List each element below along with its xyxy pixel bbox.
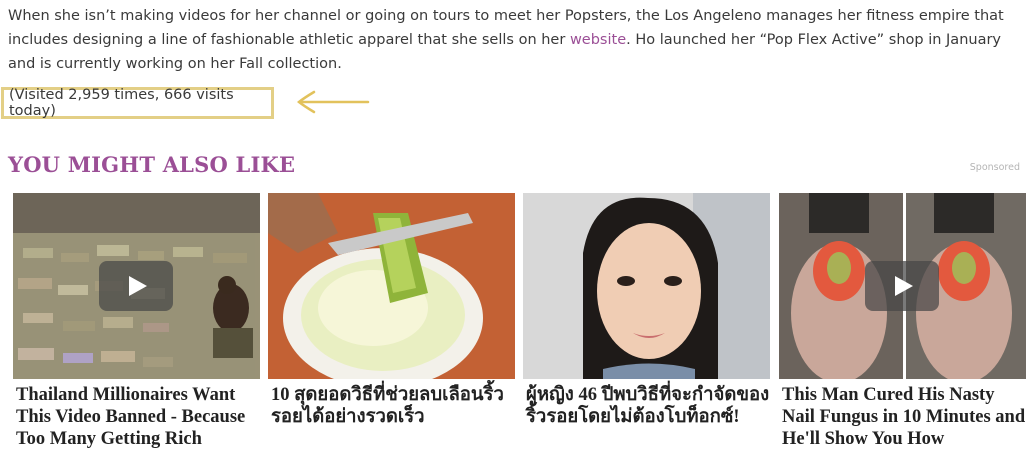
card-caption[interactable]: Thailand Millionaires Want This Video Ba… <box>13 384 260 450</box>
arrow-left-icon <box>296 90 370 114</box>
caption-line: Thailand Millionaires Want <box>16 385 236 405</box>
play-icon <box>895 276 913 296</box>
visit-counter: (Visited 2,959 times, 666 visits today) <box>1 87 274 119</box>
play-button[interactable] <box>865 261 939 311</box>
sponsored-label: Sponsored <box>969 162 1020 173</box>
card-caption[interactable]: 10 สุดยอดวิธีที่ช่วยลบเลือนริ้ว รอยได้อย… <box>268 384 515 428</box>
aloe-vera-image <box>268 193 515 379</box>
caption-line: Too Many Getting Rich <box>16 429 202 449</box>
recommendation-card-2[interactable]: 10 สุดยอดวิธีที่ช่วยลบเลือนริ้ว รอยได้อย… <box>268 193 515 428</box>
website-link[interactable]: website <box>570 32 626 48</box>
card-caption[interactable]: This Man Cured His Nasty Nail Fungus in … <box>779 384 1026 450</box>
caption-line: รอยได้อย่างรวดเร็ว <box>271 407 425 427</box>
article-paragraph: When she isn’t making videos for her cha… <box>8 4 1028 76</box>
card-thumbnail[interactable] <box>13 193 260 379</box>
card-caption[interactable]: ผู้หญิง 46 ปีพบวิธีที่จะกำจัดของ ริ้วรอย… <box>523 384 770 428</box>
recommendation-card-3[interactable]: ผู้หญิง 46 ปีพบวิธีที่จะกำจัดของ ริ้วรอย… <box>523 193 770 428</box>
card-thumbnail[interactable] <box>523 193 770 379</box>
caption-line: ผู้หญิง 46 ปีพบวิธีที่จะกำจัดของ <box>526 385 770 405</box>
play-icon <box>129 276 147 296</box>
caption-line: He'll Show You How <box>782 429 945 449</box>
card-thumbnail[interactable] <box>779 193 1026 379</box>
section-title: YOU MIGHT ALSO LIKE <box>8 152 296 177</box>
caption-line: This Man Cured His Nasty <box>782 385 995 405</box>
caption-line: This Video Banned - Because <box>16 407 246 427</box>
recommendation-card-4[interactable]: This Man Cured His Nasty Nail Fungus in … <box>779 193 1026 450</box>
caption-line: Nail Fungus in 10 Minutes and <box>782 407 1026 427</box>
card-thumbnail[interactable] <box>268 193 515 379</box>
visit-counter-text: (Visited 2,959 times, 666 visits today) <box>9 87 234 119</box>
recommendation-card-1[interactable]: Thailand Millionaires Want This Video Ba… <box>13 193 260 450</box>
play-button[interactable] <box>99 261 173 311</box>
caption-line: ริ้วรอยโดยไม่ต้องโบท็อกซ์! <box>526 407 740 427</box>
woman-face-image <box>523 193 770 379</box>
caption-line: 10 สุดยอดวิธีที่ช่วยลบเลือนริ้ว <box>271 385 504 405</box>
